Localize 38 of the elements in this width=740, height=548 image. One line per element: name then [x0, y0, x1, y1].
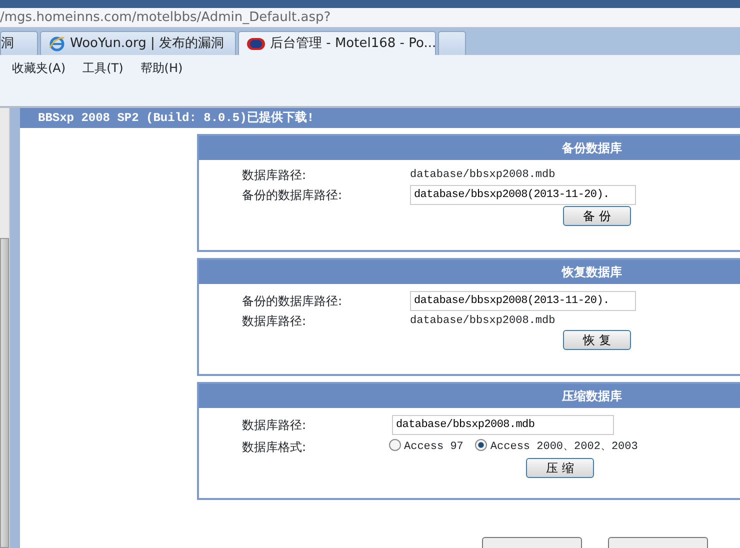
- input-field[interactable]: database/bbsxp2008(2013-11-20).: [410, 291, 636, 311]
- tab-label: 后台管理 - Motel168 - Po...: [270, 34, 436, 53]
- banner-text: BBSxp 2008 SP2 (Build: 8.0.5)已提供下载!: [20, 108, 740, 128]
- browser-tab[interactable]: 洞: [0, 31, 38, 55]
- scrollbar[interactable]: [0, 108, 10, 548]
- field-value: database/bbsxp2008.mdb: [410, 314, 556, 329]
- radio-button[interactable]: [475, 438, 488, 451]
- site-favicon-icon: [247, 38, 265, 50]
- field-label: 数据库格式:: [241, 439, 308, 456]
- browser-tab[interactable]: WooYun.org | 发布的漏洞: [40, 31, 236, 55]
- panel-button[interactable]: 备 份: [563, 206, 631, 226]
- field-label: 数据库路径:: [241, 417, 308, 434]
- field-label: 备份的数据库路径:: [241, 187, 344, 204]
- new-tab-button[interactable]: [438, 31, 466, 55]
- panel-button[interactable]: 恢 复: [563, 330, 631, 350]
- tab-label: 洞: [1, 34, 14, 53]
- panel-title: 压缩数据库: [199, 384, 740, 408]
- menu-item[interactable]: 收藏夹(A): [12, 58, 66, 76]
- tab-label: WooYun.org | 发布的漏洞: [70, 34, 224, 53]
- panel-button[interactable]: 压 缩: [526, 458, 594, 478]
- radio-button[interactable]: [389, 438, 401, 451]
- menu-item[interactable]: 工具(T): [82, 58, 124, 76]
- radio-label: Access 97: [404, 440, 464, 453]
- radio-label: Access 2000、2002、2003: [490, 440, 638, 453]
- address-bar[interactable]: /mgs.homeinns.com/motelbbs/Admin_Default.asp?: [0, 8, 740, 28]
- browser-tab[interactable]: 后台管理 - Motel168 - Po...: [238, 31, 436, 55]
- input-field[interactable]: database/bbsxp2008.mdb: [392, 415, 614, 435]
- panel-title: 备份数据库: [199, 136, 740, 160]
- cut-off-button[interactable]: [608, 537, 708, 548]
- panel-title: 恢复数据库: [199, 260, 740, 284]
- field-value: database/bbsxp2008.mdb: [410, 168, 556, 183]
- browser-logo-icon: [49, 36, 65, 52]
- input-field[interactable]: database/bbsxp2008(2013-11-20).: [410, 185, 636, 205]
- menu-item[interactable]: 帮助(H): [140, 58, 183, 76]
- field-label: 数据库路径:: [241, 167, 308, 184]
- cut-off-button[interactable]: [482, 537, 582, 548]
- field-label: 备份的数据库路径:: [241, 293, 344, 310]
- field-label: 数据库路径:: [241, 313, 308, 330]
